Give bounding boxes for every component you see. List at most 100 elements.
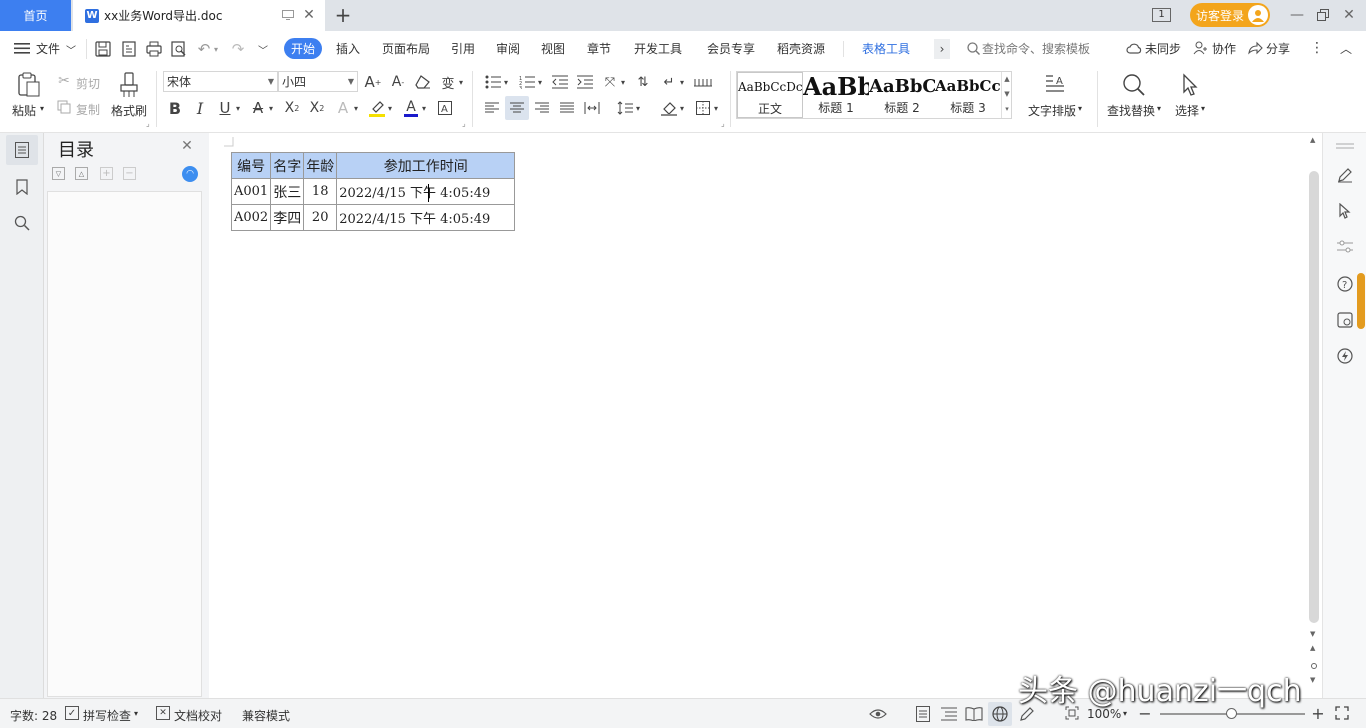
chevron-down-icon[interactable]: ▾ [134, 709, 138, 718]
undo-icon[interactable]: ↶ [195, 39, 213, 59]
shading-icon[interactable] [660, 97, 678, 119]
collaborate-button[interactable]: 协作 [1212, 40, 1236, 57]
customize-toolbar-icon[interactable]: ﹀ [257, 42, 269, 57]
tab-developer[interactable]: 开发工具 [634, 40, 682, 57]
align-right-icon[interactable] [533, 97, 551, 119]
chevron-down-icon[interactable]: ▾ [502, 76, 510, 88]
scrollbar-thumb[interactable] [1309, 171, 1319, 623]
line-spacing-icon[interactable] [616, 97, 634, 119]
doc-proof-button[interactable]: 文档校对 [174, 707, 222, 724]
text-effect-icon[interactable]: A [334, 97, 352, 119]
cut-button[interactable]: 剪切 [76, 75, 100, 92]
assistant-icon[interactable] [1335, 346, 1355, 366]
more-options-icon[interactable]: ⋮ [1310, 39, 1324, 57]
paragraph-group-launcher[interactable]: ⌟ [721, 119, 725, 128]
select-cursor-icon[interactable] [1179, 71, 1201, 99]
chevron-down-icon[interactable]: ▾ [420, 102, 428, 114]
close-icon[interactable]: ✕ [179, 138, 195, 154]
more-tabs-button[interactable]: › [934, 39, 950, 59]
increase-indent-icon[interactable] [576, 72, 594, 92]
smart-toc-icon[interactable]: ◠ [182, 166, 198, 182]
select-pointer-icon[interactable] [1335, 201, 1355, 221]
sort-icon[interactable]: ⇅ [634, 72, 652, 92]
chevron-down-icon[interactable]: ▾ [619, 76, 627, 88]
file-menu[interactable]: 文件 [36, 40, 60, 57]
close-window-icon[interactable]: ✕ [1341, 6, 1357, 24]
underline-icon[interactable]: U [216, 97, 234, 119]
align-left-icon[interactable] [483, 97, 501, 119]
doc-proof-icon[interactable]: ✕ [156, 706, 170, 720]
chevron-down-icon[interactable]: ▾ [1157, 104, 1161, 113]
superscript-icon[interactable]: X2 [282, 97, 302, 119]
text-layout-icon[interactable]: A [1042, 71, 1068, 97]
style-heading-1[interactable]: AaBb 标题 1 [803, 72, 869, 118]
page-view-icon[interactable] [914, 705, 932, 723]
cut-icon[interactable]: ✂ [56, 73, 72, 89]
sidebar-resize-handle[interactable] [1357, 273, 1365, 329]
style-heading-3[interactable]: AaBbCcI 标题 3 [935, 72, 1001, 118]
strikethrough-icon[interactable]: A [249, 97, 267, 119]
chevron-down-icon[interactable]: ▾ [712, 102, 720, 114]
paste-icon[interactable] [15, 71, 43, 99]
backup-icon[interactable] [1335, 310, 1355, 330]
distribute-icon[interactable] [583, 97, 601, 119]
data-table[interactable]: 编号 名字 年龄 参加工作时间 A001 张三 18 2022/4/15 下午 … [230, 152, 516, 231]
chevron-down-icon[interactable]: ▾ [352, 102, 360, 114]
collapse-all-icon[interactable]: △ [75, 167, 88, 180]
chevron-down-icon[interactable]: ▾ [234, 102, 242, 114]
home-tab[interactable]: 首页 [0, 0, 71, 31]
format-painter-button[interactable]: 格式刷 [111, 102, 147, 119]
find-replace-button[interactable]: 查找替换 [1107, 102, 1155, 119]
clipboard-group-launcher[interactable]: ⌟ [146, 119, 150, 128]
table-grid-icon[interactable] [693, 72, 713, 92]
style-heading-2[interactable]: AaBbC 标题 2 [869, 72, 935, 118]
font-color-icon[interactable]: A [402, 97, 420, 119]
chevron-down-icon[interactable]: ▾ [267, 102, 275, 114]
command-search-input[interactable]: 查找命令、搜索模板 [982, 40, 1090, 57]
tab-review[interactable]: 审阅 [496, 40, 520, 57]
help-icon[interactable]: ? [1335, 274, 1355, 294]
chevron-down-icon[interactable]: ▾ [1123, 709, 1127, 718]
outline-mode-icon[interactable] [940, 705, 958, 723]
add-heading-icon[interactable]: + [100, 167, 113, 180]
eye-protect-icon[interactable] [869, 705, 887, 723]
bullet-list-icon[interactable] [484, 72, 502, 92]
text-layout-button[interactable]: 文字排版 [1028, 102, 1076, 119]
share-button[interactable]: 分享 [1266, 40, 1290, 57]
show-marks-icon[interactable]: ↵ [660, 72, 678, 92]
scroll-down-icon[interactable]: ▼ [1310, 630, 1315, 638]
new-tab-icon[interactable]: + [333, 3, 353, 27]
print-icon[interactable] [145, 39, 163, 59]
grow-font-icon[interactable]: A + [364, 72, 382, 92]
font-size-select[interactable]: 小四 ▼ [278, 71, 358, 92]
menu-icon[interactable] [14, 41, 30, 55]
print-preview-icon[interactable] [170, 39, 188, 59]
bold-icon[interactable]: B [166, 97, 184, 119]
tab-docer[interactable]: 稻壳资源 [777, 40, 825, 57]
find-replace-icon[interactable] [1120, 71, 1148, 99]
undo-dropdown-icon[interactable]: ▾ [212, 44, 220, 54]
table-header-cell[interactable]: 参加工作时间 [336, 152, 516, 179]
search-icon[interactable] [12, 213, 32, 233]
table-cell[interactable]: A001 [230, 178, 272, 205]
remove-heading-icon[interactable]: − [123, 167, 136, 180]
clear-format-icon[interactable] [414, 73, 432, 91]
table-header-cell[interactable]: 名字 [270, 152, 305, 179]
zoom-in-icon[interactable]: + [1311, 704, 1325, 723]
subscript-icon[interactable]: X2 [307, 97, 327, 119]
pinyin-guide-icon[interactable]: 变 [439, 72, 457, 92]
shrink-font-icon[interactable]: A- [389, 72, 407, 92]
paste-button[interactable]: 粘贴 [12, 102, 36, 119]
outline-view-icon[interactable] [6, 135, 38, 165]
toc-list[interactable] [47, 191, 202, 697]
align-center-icon[interactable] [505, 96, 529, 120]
copy-button[interactable]: 复制 [76, 101, 100, 118]
chevron-down-icon[interactable]: ▾ [457, 76, 465, 88]
word-count[interactable]: 字数: 28 [10, 707, 57, 724]
fullscreen-icon[interactable] [1334, 705, 1350, 721]
chevron-down-icon[interactable]: ▾ [634, 102, 642, 114]
numbered-list-icon[interactable]: 123 [518, 72, 536, 92]
table-cell[interactable]: 2022/4/15 下午 4:05:49 [336, 178, 516, 205]
table-header-cell[interactable]: 年龄 [303, 152, 338, 179]
chevron-down-icon[interactable]: ▾ [678, 102, 686, 114]
